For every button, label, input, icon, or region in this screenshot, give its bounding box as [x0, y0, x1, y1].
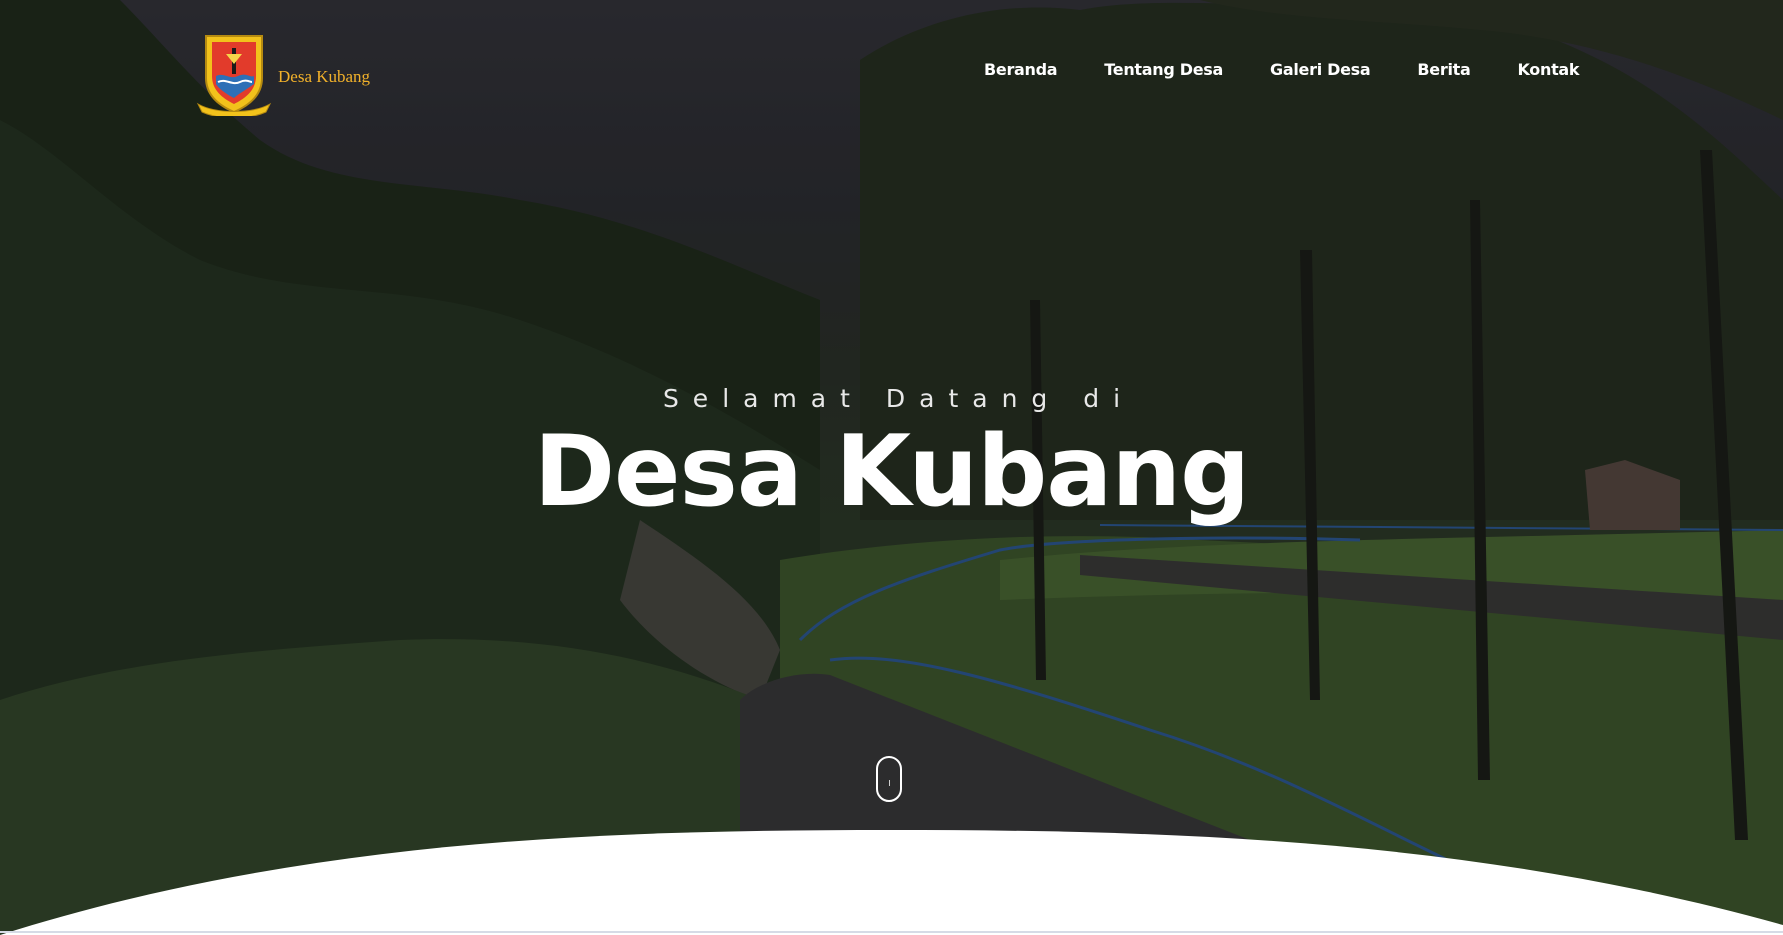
village-crest-icon	[196, 35, 272, 116]
hero-subtitle: Selamat Datang di	[662, 384, 1135, 413]
nav-item-galeri-desa[interactable]: Galeri Desa	[1270, 60, 1371, 79]
mouse-scroll-icon[interactable]	[876, 756, 902, 802]
nav-item-kontak[interactable]: Kontak	[1517, 60, 1579, 79]
nav-item-berita[interactable]: Berita	[1417, 60, 1470, 79]
brand-name: Desa Kubang	[278, 67, 371, 86]
scroll-wheel-dot	[889, 780, 890, 786]
nav-item-tentang-desa[interactable]: Tentang Desa	[1104, 60, 1223, 79]
hero-bottom-curve	[0, 830, 1783, 935]
brand-logo-link[interactable]: Desa Kubang	[196, 34, 370, 116]
hero-section: Desa Kubang Beranda Tentang Desa Galeri …	[0, 0, 1783, 935]
nav-item-beranda[interactable]: Beranda	[984, 60, 1058, 79]
main-navigation: Beranda Tentang Desa Galeri Desa Berita …	[984, 60, 1626, 79]
hero-title: Desa Kubang	[533, 415, 1251, 529]
